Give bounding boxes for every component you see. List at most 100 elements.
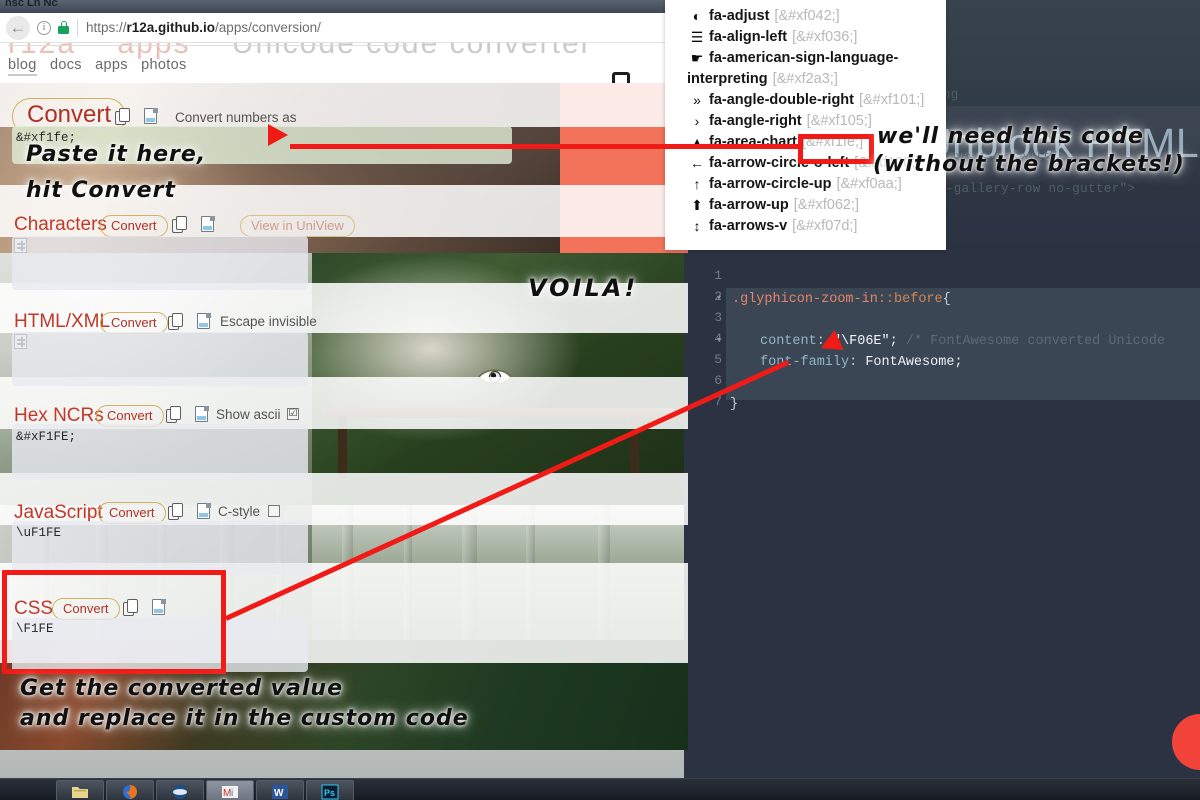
list-item[interactable]: » fa-angle-double-right [&#xf101;] [665, 90, 946, 111]
annotation-paste-here: Paste it here, [26, 142, 206, 167]
css-selector: .glyphicon-zoom-in [732, 292, 878, 307]
list-item-code: [&#xf105;] [807, 113, 872, 129]
site-header: r12a apps Unicode code converter blog do… [0, 43, 688, 83]
copy-icon[interactable] [166, 406, 182, 424]
list-item-code: [&#xf062;] [794, 197, 859, 213]
lock-icon[interactable] [58, 21, 69, 34]
list-item-name-wrap: interpreting [687, 71, 768, 87]
list-item-continuation[interactable]: interpreting [&#xf2a3;] [665, 69, 946, 90]
nav-item-blog[interactable]: blog [8, 57, 37, 76]
highlight-box-css-output [2, 570, 226, 674]
code-line-5: font-family: FontAwesome; [760, 355, 963, 370]
line-number: 3 [684, 310, 726, 325]
url-text[interactable]: https://r12a.github.io/apps/conversion/ [86, 20, 321, 35]
photo-bench [322, 408, 674, 418]
row-label-html-xml: HTML/XML [14, 311, 110, 333]
photo-bench-leg [338, 416, 347, 478]
fa-arrow-circle-o-left-icon: ← [687, 153, 707, 174]
code-editor-panel[interactable]: 1 2 3 4 5 6 7 ▾ ▾ .glyphicon-zoom-in::be… [684, 262, 1200, 432]
convert-button-html-xml[interactable]: Convert [100, 312, 168, 334]
taskbar-button-file-explorer[interactable] [56, 780, 104, 800]
c-style-checkbox[interactable] [268, 505, 280, 517]
file-icon[interactable] [194, 405, 210, 423]
input-value-hex-ncrs: &#xF1FE; [16, 430, 76, 444]
copy-icon[interactable] [168, 313, 184, 331]
list-item-name: fa-american-sign-language- [709, 50, 898, 66]
taskbar-button-firefox[interactable] [106, 780, 154, 800]
file-icon[interactable] [196, 312, 212, 330]
copy-icon[interactable] [172, 216, 188, 234]
annotation-voila: VOILA! [528, 274, 638, 302]
file-icon[interactable] [196, 502, 212, 520]
view-in-uniview-button[interactable]: View in UniView [240, 215, 355, 237]
mobirise-icon: Mi [221, 784, 239, 800]
eye-icon [478, 366, 512, 388]
list-item-code: [&#xf036;] [792, 29, 857, 45]
css-value-font-family: FontAwesome; [865, 355, 962, 370]
convert-button-characters[interactable]: Convert [100, 215, 168, 237]
list-item-name: fa-angle-right [709, 113, 802, 129]
fold-arrow-icon[interactable]: ▾ [714, 293, 724, 302]
url-divider [77, 19, 78, 37]
annotation-get-value-1: Get the converted value [20, 676, 343, 701]
list-item[interactable]: ◐ fa-adjust [&#xf042;] [665, 6, 946, 27]
list-item[interactable]: ☰ fa-align-left [&#xf036;] [665, 27, 946, 48]
url-scheme: https:// [86, 20, 127, 35]
list-item-name: fa-arrow-circle-up [709, 176, 831, 192]
svg-text:W: W [274, 788, 284, 799]
mobile-phone-icon[interactable] [612, 72, 630, 83]
nav-item-docs[interactable]: docs [50, 57, 82, 73]
svg-text:Ps: Ps [324, 788, 335, 798]
taskbar-button-word[interactable]: W [256, 780, 304, 800]
taskbar-button-browser[interactable] [156, 780, 204, 800]
back-arrow-icon[interactable]: ← [6, 16, 30, 40]
nav-item-apps[interactable]: apps [95, 57, 128, 73]
copy-icon[interactable] [168, 503, 184, 521]
input-field-html-xml[interactable] [12, 332, 308, 386]
photo-bench-leg [630, 416, 639, 478]
url-path: /apps/conversion/ [215, 20, 321, 35]
tab-title[interactable]: nsc Ln Nc [5, 0, 58, 9]
folder-icon [71, 784, 89, 800]
css-brace-open: { [943, 292, 951, 307]
browser-tabstrip[interactable]: nsc Ln Nc [0, 0, 688, 13]
taskbar-button-photoshop[interactable]: Ps [306, 780, 354, 800]
header-divider [8, 45, 408, 46]
show-ascii-label: Show ascii [216, 407, 281, 422]
code-line-7: } [730, 397, 738, 412]
desktop-strip [0, 750, 684, 778]
css-property-content: content [760, 334, 817, 349]
input-value-javascript: \uF1FE [16, 526, 61, 540]
site-nav[interactable]: blog docs apps photos [8, 57, 196, 73]
list-item[interactable]: ↑ fa-arrow-circle-up [&#xf0aa;] [665, 174, 946, 195]
list-item[interactable]: ⬆ fa-arrow-up [&#xf062;] [665, 195, 946, 216]
line-number: 1 [684, 268, 726, 283]
info-icon[interactable]: i [37, 21, 51, 35]
input-field-characters[interactable] [12, 236, 308, 290]
list-item-code: [&#xf2a3;] [773, 71, 838, 87]
code-line-2: .glyphicon-zoom-in::before{ [732, 292, 951, 307]
show-ascii-checkbox[interactable]: ☑ [287, 408, 299, 420]
fa-angle-double-right-icon: » [687, 90, 707, 111]
fa-adjust-icon: ◐ [687, 6, 707, 27]
list-item[interactable]: ☛ fa-american-sign-language- [665, 48, 946, 69]
taskbar-button-mobirise[interactable]: Mi [206, 780, 254, 800]
fa-angle-right-icon: › [687, 111, 707, 132]
list-item-code: [&#xf07d;] [792, 218, 857, 234]
list-item[interactable]: ↕ fa-arrows-v [&#xf07d;] [665, 216, 946, 237]
fa-arrows-v-icon: ↕ [687, 216, 707, 237]
browser-url-bar[interactable]: ← i https://r12a.github.io/apps/conversi… [0, 13, 688, 43]
svg-text:i: i [231, 788, 233, 799]
nav-item-photos[interactable]: photos [141, 57, 186, 73]
copy-icon[interactable] [115, 108, 131, 126]
file-icon[interactable] [143, 107, 159, 125]
fold-arrow-icon[interactable]: ▾ [714, 335, 724, 344]
row-label-characters: Characters [14, 214, 107, 236]
convert-numbers-as-label: Convert numbers as [175, 110, 297, 125]
css-comment: /* FontAwesome converted Unicode [906, 334, 1165, 349]
escape-invisible-label: Escape invisible [220, 314, 317, 329]
file-icon[interactable] [200, 215, 216, 233]
taskbar[interactable]: Mi W Ps EN [0, 778, 1200, 800]
list-item-name: fa-adjust [709, 8, 769, 24]
word-icon: W [271, 784, 289, 800]
